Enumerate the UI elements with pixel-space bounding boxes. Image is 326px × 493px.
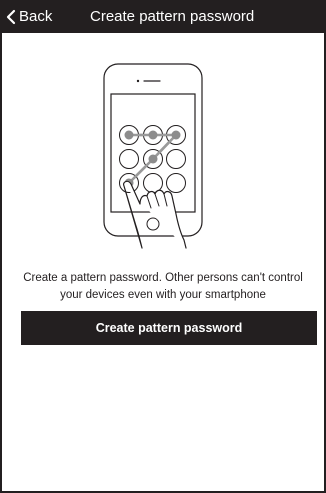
header-bar: Back Create pattern password [2, 0, 324, 33]
chevron-left-icon [6, 9, 16, 24]
screen: Back Create pattern password Create a pa… [0, 0, 326, 493]
page-title: Create pattern password [90, 8, 255, 25]
create-pattern-password-button[interactable]: Create pattern password [21, 311, 317, 345]
back-button[interactable]: Back [6, 0, 52, 33]
back-label: Back [19, 8, 53, 25]
phone-pattern-lock-illustration [103, 63, 203, 249]
description-text: Create a pattern password. Other persons… [23, 272, 303, 301]
